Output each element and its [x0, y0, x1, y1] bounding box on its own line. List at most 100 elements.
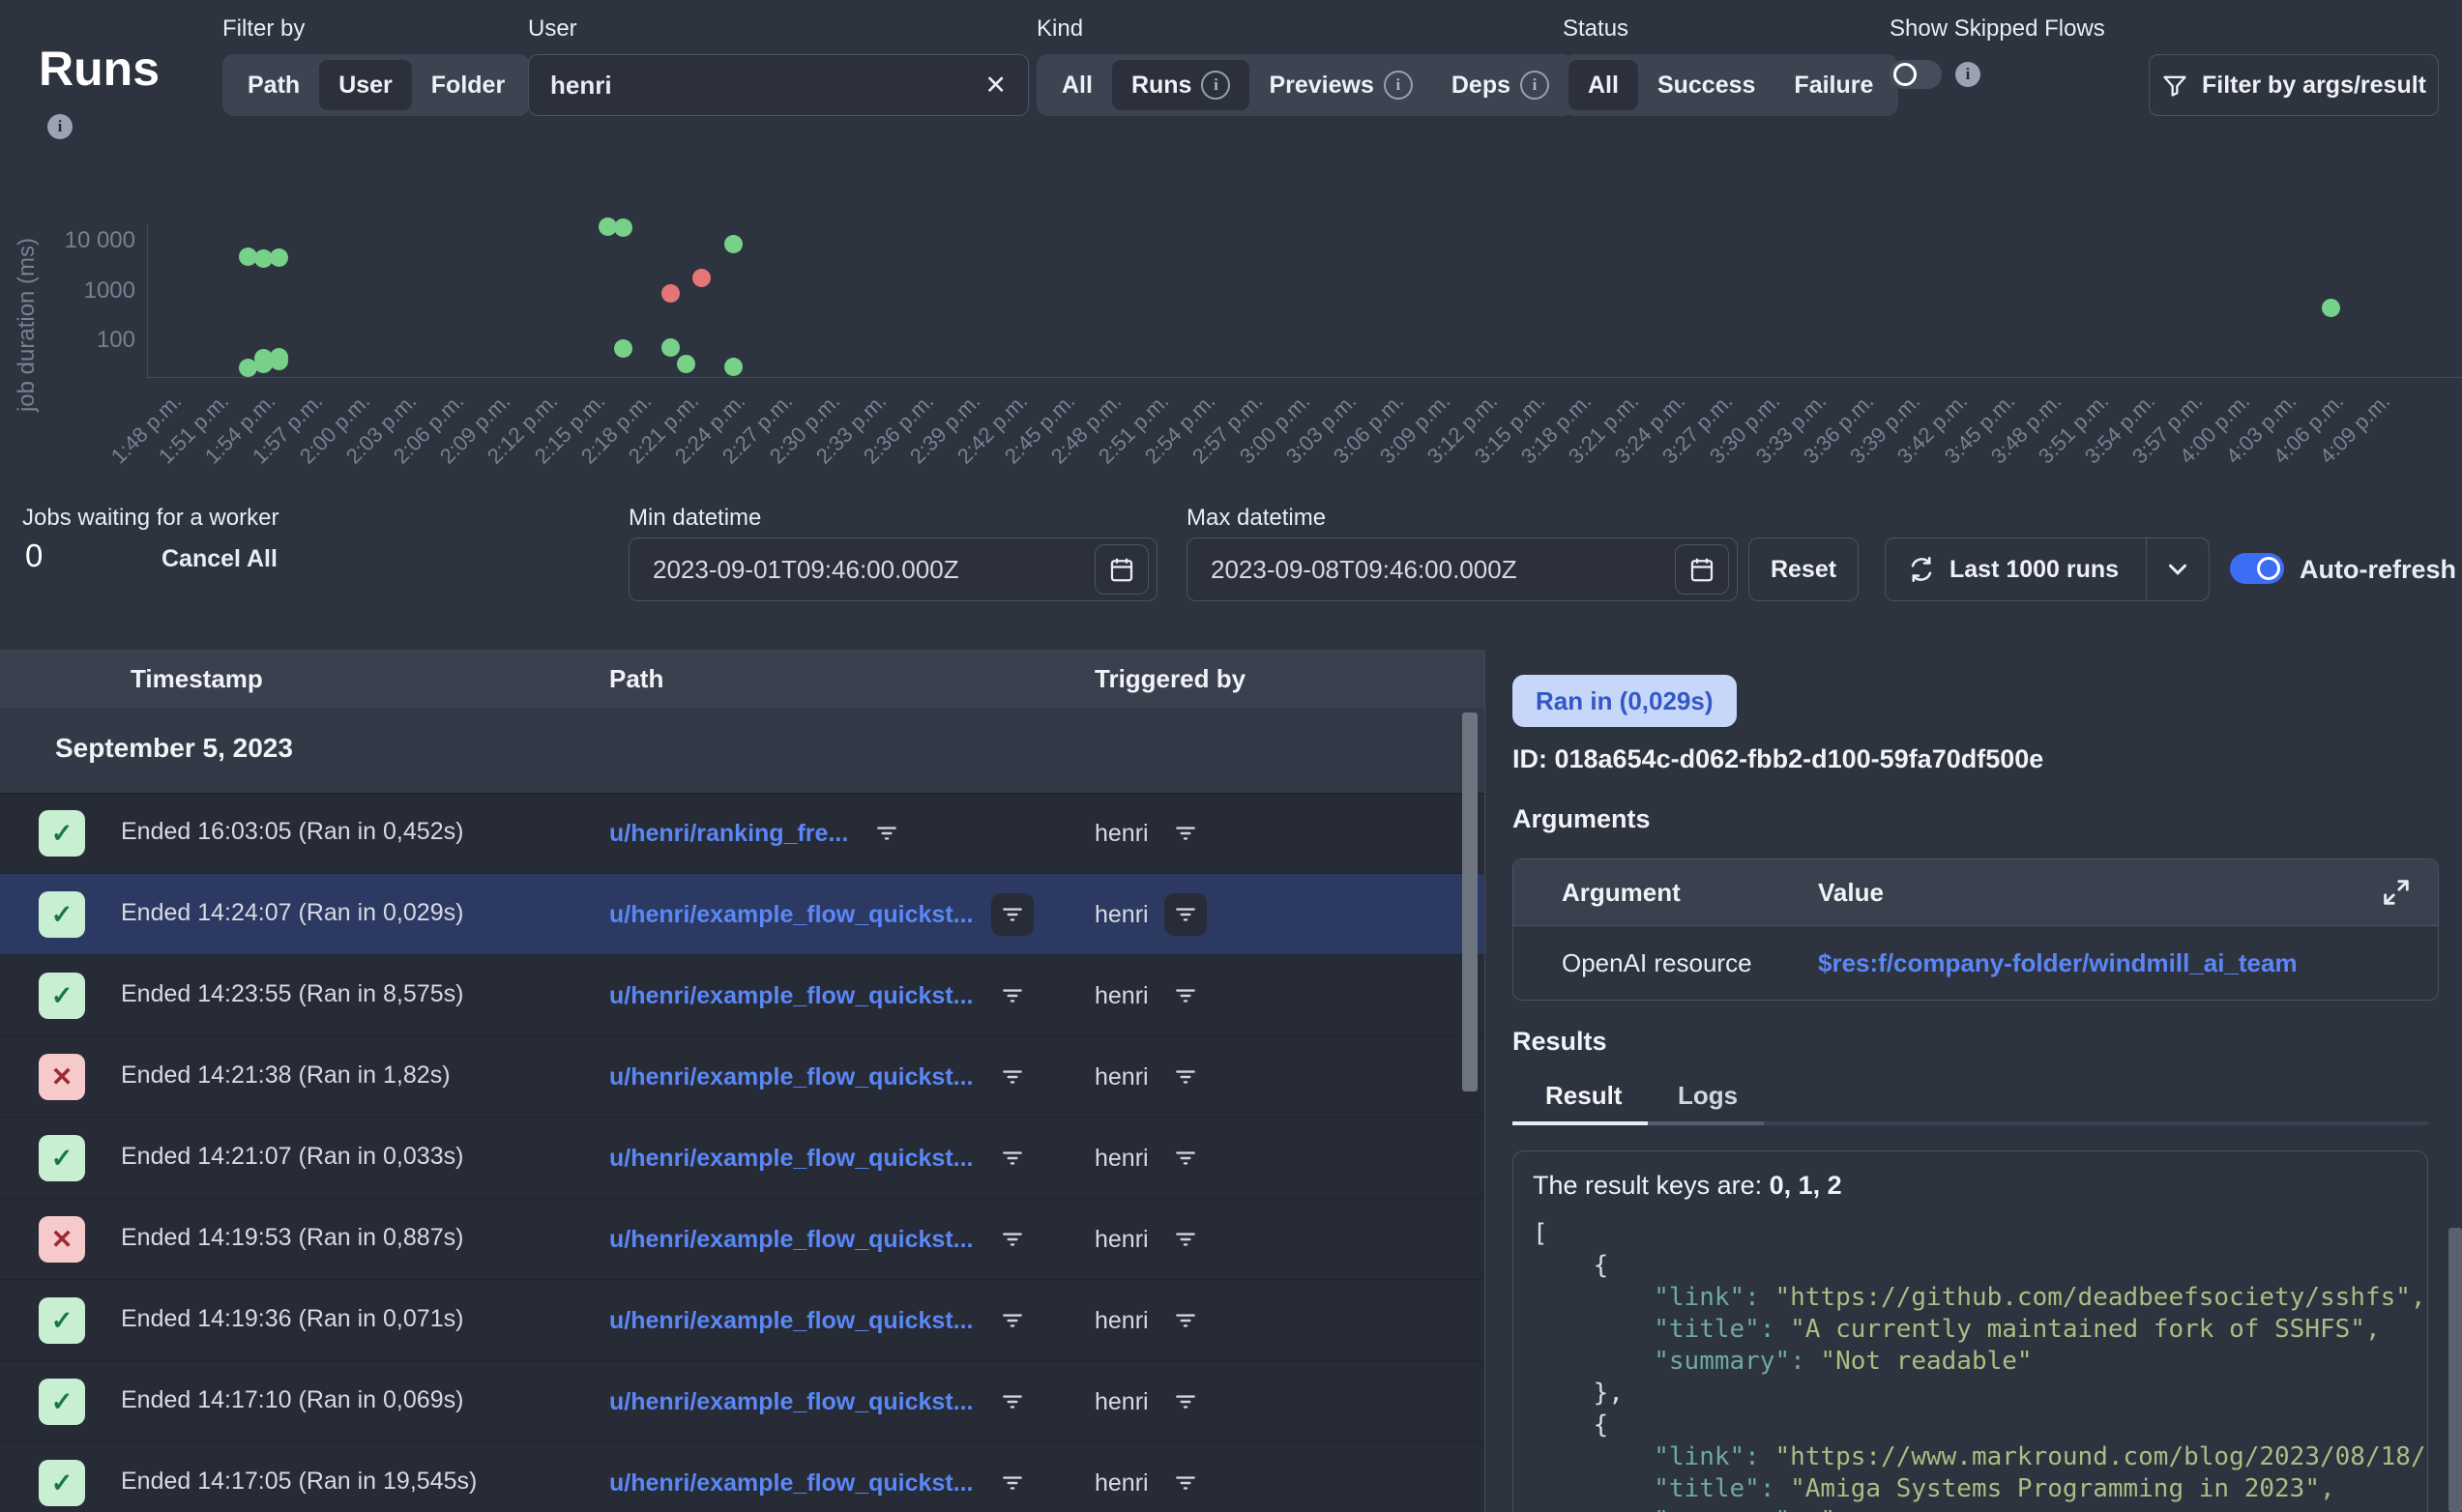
- run-timestamp: Ended 14:19:36 (Ran in 0,071s): [121, 1305, 463, 1333]
- table-row[interactable]: ✓Ended 16:03:05 (Ran in 0,452s)u/henri/r…: [0, 793, 1484, 874]
- filter-by-user-icon[interactable]: [1164, 1462, 1207, 1504]
- table-scrollbar[interactable]: [1462, 712, 1478, 1091]
- tab-logs[interactable]: Logs: [1678, 1081, 1738, 1111]
- table-row[interactable]: ✓ Ended 14:23:55 (Ran in 8,575s) u/henri/e…: [0, 955, 1484, 1036]
- success-run-dot[interactable]: [270, 352, 288, 370]
- result-keys-values: 0, 1, 2: [1770, 1171, 1842, 1200]
- max-datetime-label: Max datetime: [1187, 505, 1326, 532]
- table-row[interactable]: ✕Ended 14:19:53 (Ran in 0,887s)u/henri/e…: [0, 1199, 1484, 1280]
- success-run-dot[interactable]: [270, 248, 288, 267]
- runs-table: Timestamp Path Triggered by September 5,…: [0, 650, 1484, 1512]
- max-datetime-input[interactable]: 2023-09-08T09:46:00.000Z: [1187, 538, 1738, 601]
- run-triggered-by-cell: henri: [1095, 810, 1207, 857]
- failure-run-dot[interactable]: [661, 284, 680, 303]
- filter-by-user-icon[interactable]: [1164, 1381, 1207, 1423]
- filter-by-path-icon[interactable]: [991, 974, 1034, 1017]
- filter-by-path-icon[interactable]: [991, 1218, 1034, 1261]
- filter-by-user-icon[interactable]: [1164, 1218, 1207, 1261]
- y-axis-line: [147, 224, 148, 377]
- result-viewer: The result keys are: 0, 1, 2 [ { "link":…: [1512, 1150, 2428, 1512]
- run-path-link[interactable]: u/henri/example_flow_quickst...: [609, 1379, 974, 1425]
- run-path-link[interactable]: u/henri/ranking_fre...: [609, 810, 848, 857]
- date-group-label: September 5, 2023: [55, 733, 293, 764]
- run-path-cell: u/henri/example_flow_quickst...: [609, 973, 1034, 1019]
- column-triggered-by: Triggered by: [1095, 664, 1246, 694]
- table-row[interactable]: ✓Ended 14:21:07 (Ran in 0,033s)u/henri/e…: [0, 1118, 1484, 1199]
- filter-by-path-icon[interactable]: [991, 1462, 1034, 1504]
- run-timestamp: Ended 16:03:05 (Ran in 0,452s): [121, 818, 463, 846]
- success-run-dot[interactable]: [724, 235, 743, 253]
- max-datetime-calendar-icon[interactable]: [1675, 544, 1729, 595]
- active-tab-underline: [1512, 1121, 1648, 1125]
- filter-by-path-icon[interactable]: [991, 1137, 1034, 1179]
- run-path-link[interactable]: u/henri/example_flow_quickst...: [609, 1135, 974, 1181]
- success-run-dot[interactable]: [661, 338, 680, 357]
- runs-page: Runs i Filter by PathUserFolder User hen…: [0, 0, 2462, 1512]
- last-runs-button[interactable]: Last 1000 runs: [1885, 538, 2210, 601]
- column-path: Path: [609, 664, 663, 694]
- expand-icon[interactable]: [2380, 876, 2413, 909]
- success-run-dot[interactable]: [724, 358, 743, 376]
- run-path-link[interactable]: u/henri/example_flow_quickst...: [609, 1054, 974, 1100]
- min-datetime-input[interactable]: 2023-09-01T09:46:00.000Z: [629, 538, 1158, 601]
- filter-by-user-icon[interactable]: [1164, 893, 1207, 936]
- failure-run-dot[interactable]: [692, 269, 711, 287]
- filter-by-path-icon[interactable]: [991, 1299, 1034, 1342]
- run-triggered-by: henri: [1095, 810, 1149, 857]
- arguments-column-value: Value: [1818, 878, 1884, 908]
- run-timestamp: Ended 14:17:05 (Ran in 19,545s): [121, 1468, 477, 1496]
- panel-scrollbar[interactable]: [2448, 1228, 2462, 1512]
- run-path-link[interactable]: u/henri/example_flow_quickst...: [609, 1216, 974, 1263]
- result-json-code: [ { "link": "https://github.com/deadbeef…: [1533, 1218, 2408, 1512]
- filter-by-user-icon[interactable]: [1164, 1299, 1207, 1342]
- cancel-all-button[interactable]: Cancel All: [161, 545, 278, 573]
- run-path-link[interactable]: u/henri/example_flow_quickst...: [609, 1460, 974, 1506]
- run-path-cell: u/henri/example_flow_quickst...: [609, 1379, 1034, 1425]
- status-success-icon: ✓: [39, 1460, 85, 1506]
- status-success-icon: ✓: [39, 973, 85, 1019]
- table-row[interactable]: ✓Ended 14:17:10 (Ran in 0,069s)u/henri/e…: [0, 1361, 1484, 1442]
- table-header: Timestamp Path Triggered by: [0, 650, 1484, 708]
- run-timestamp: Ended 14:23:55 (Ran in 8,575s): [121, 980, 463, 1008]
- filter-by-user-icon[interactable]: [1164, 1056, 1207, 1098]
- success-run-dot[interactable]: [614, 218, 632, 237]
- tab-result[interactable]: Result: [1545, 1081, 1622, 1111]
- status-success-icon: ✓: [39, 1297, 85, 1344]
- duration-badge: Ran in (0,029s): [1512, 675, 1737, 727]
- filter-by-user-icon[interactable]: [1164, 1137, 1207, 1179]
- status-success-icon: ✓: [39, 891, 85, 938]
- run-path-link[interactable]: u/henri/example_flow_quickst...: [609, 1297, 974, 1344]
- argument-value-link[interactable]: $res:f/company-folder/windmill_ai_team: [1818, 948, 2298, 978]
- filter-by-path-icon[interactable]: [991, 1381, 1034, 1423]
- refresh-icon: [1907, 555, 1936, 584]
- arguments-column-argument: Argument: [1562, 878, 1818, 908]
- run-path-cell: u/henri/ranking_fre...: [609, 810, 908, 857]
- run-path-cell: u/henri/example_flow_quickst...: [609, 1216, 1034, 1263]
- success-run-dot[interactable]: [614, 339, 632, 358]
- arguments-table: Argument Value OpenAI resource $res:f/co…: [1512, 858, 2439, 1001]
- table-row[interactable]: ✓ Ended 14:17:05 (Ran in 19,545s) u/henri/…: [0, 1442, 1484, 1512]
- table-row[interactable]: ✕Ended 14:21:38 (Ran in 1,82s)u/henri/ex…: [0, 1036, 1484, 1118]
- run-path-link[interactable]: u/henri/example_flow_quickst...: [609, 891, 974, 938]
- success-run-dot[interactable]: [2322, 299, 2340, 317]
- filter-by-user-icon[interactable]: [1164, 974, 1207, 1017]
- run-path-link[interactable]: u/henri/example_flow_quickst...: [609, 973, 974, 1019]
- filter-by-path-icon[interactable]: [991, 893, 1034, 936]
- filter-by-user-icon[interactable]: [1164, 812, 1207, 855]
- filter-by-path-icon[interactable]: [865, 812, 908, 855]
- job-duration-chart: job duration (ms) 10 0001000100 1:48 p.m…: [0, 0, 2462, 512]
- table-row[interactable]: ✓Ended 14:24:07 (Ran in 0,029s)u/henri/e…: [0, 874, 1484, 955]
- arguments-table-header: Argument Value: [1513, 859, 2438, 925]
- status-success-icon: ✓: [39, 1135, 85, 1181]
- filter-by-path-icon[interactable]: [991, 1056, 1034, 1098]
- last-runs-label: Last 1000 runs: [1949, 556, 2119, 584]
- run-triggered-by-cell: henri: [1095, 1460, 1207, 1506]
- chevron-down-icon[interactable]: [2147, 555, 2209, 584]
- y-tick-label: 1000: [29, 277, 135, 305]
- success-run-dot[interactable]: [677, 355, 695, 373]
- auto-refresh-toggle[interactable]: [2230, 553, 2284, 584]
- min-datetime-calendar-icon[interactable]: [1095, 544, 1149, 595]
- table-rows: ✓ Ended 16:03:05 (Ran in 0,452s) u/henri/r…: [0, 793, 1484, 1512]
- table-row[interactable]: ✓ Ended 14:19:36 (Ran in 0,071s) u/henri/e…: [0, 1280, 1484, 1361]
- reset-button[interactable]: Reset: [1748, 538, 1859, 601]
